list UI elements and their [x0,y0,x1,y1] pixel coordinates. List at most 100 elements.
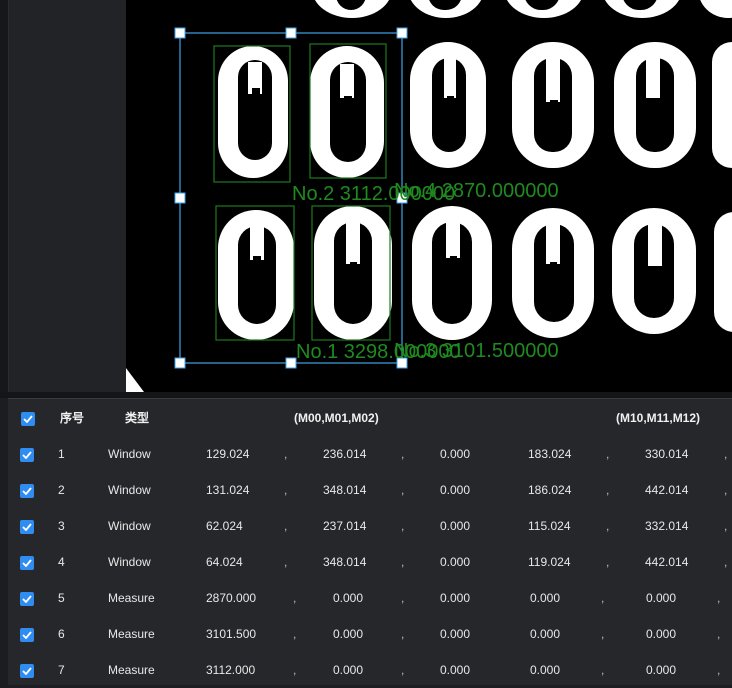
row-checkbox[interactable] [20,448,34,462]
cell-index: 4 [58,555,65,569]
cell-separator: , [717,627,721,641]
cell-type: Window [108,483,151,497]
cell-m02: 0.000 [440,447,471,461]
cell-index: 6 [58,627,65,641]
table-row[interactable]: 7 Measure 3112.000, 0.000, 0.000 0.000, 0.000, [8,652,732,688]
cell-separator: , [601,663,605,677]
table-row[interactable]: 3 Window 62.024, 237.014, 0.000 115.024, 332.0… [8,508,732,544]
header-m1[interactable]: (M10,M11,M12) [616,399,700,437]
cell-separator: , [401,447,405,461]
left-gutter [0,0,9,392]
cell-separator: , [401,483,405,497]
cell-separator: , [293,663,297,677]
cell-m02: 0.000 [440,591,471,605]
check-icon [22,595,32,603]
cell-m10: 115.024 [528,519,571,533]
header-m0[interactable]: (M00,M01,M02) [294,399,379,437]
cell-m10: 0.000 [530,663,561,677]
row-checkbox[interactable] [20,556,34,570]
row-checkbox[interactable] [20,628,34,642]
cell-separator: , [284,555,288,569]
row-checkbox[interactable] [20,520,34,534]
cell-m02: 0.000 [440,483,471,497]
check-icon [22,631,32,639]
check-icon [22,523,32,531]
cell-m02: 0.000 [440,519,471,533]
cell-type: Window [108,447,151,461]
overlay-label-no4: No.4 2870.000000 [394,180,559,202]
check-icon [22,487,32,495]
cell-type: Measure [108,591,155,605]
select-all-checkbox[interactable] [21,412,35,426]
cell-m01: 0.000 [333,627,364,641]
cell-type: Measure [108,627,155,641]
cell-m00: 62.024 [206,519,243,533]
result-table: 序号 类型 (M00,M01,M02) (M10,M11,M12) 1 Windo… [8,398,732,685]
cell-separator: , [606,483,610,497]
cell-separator: , [401,555,405,569]
cell-separator: , [601,627,605,641]
cell-index: 3 [58,519,65,533]
cell-separator: , [606,447,610,461]
cell-m10: 119.024 [528,555,571,569]
cell-index: 2 [58,483,65,497]
cell-m10: 186.024 [528,483,572,497]
cell-m11: 442.014 [645,555,689,569]
cell-type: Window [108,519,151,533]
viewer-canvas: No.2 3112.000000 No.4 2870.000000 No.1 3… [126,0,732,392]
cell-separator: , [293,627,297,641]
cell-m11: 0.000 [646,627,677,641]
cell-type: Window [108,555,151,569]
cell-m10: 0.000 [530,591,561,605]
cell-separator: , [401,627,405,641]
cell-separator: , [606,555,610,569]
cell-index: 1 [58,447,65,461]
table-row[interactable]: 2 Window 131.024, 348.014, 0.000 186.024, 442.… [8,472,732,508]
table-row[interactable]: 4 Window 64.024, 348.014, 0.000 119.024, 442.0… [8,544,732,580]
cell-separator: , [401,663,405,677]
cell-separator: , [284,483,288,497]
cell-m11: 0.000 [646,663,677,677]
cell-m00: 129.024 [206,447,250,461]
table-row[interactable]: 5 Measure 2870.000, 0.000, 0.000 0.000, 0.000, [8,580,732,616]
table-row[interactable]: 1 Window 129.024, 236.014, 0.000 183.024, 330.… [8,436,732,472]
cell-separator: , [601,591,605,605]
cell-m11: 0.000 [646,591,677,605]
cell-type: Measure [108,663,155,677]
cell-separator: , [724,483,728,497]
cell-separator: , [717,591,721,605]
side-panel [9,0,126,392]
cell-m01: 348.014 [323,483,367,497]
table-row[interactable]: 6 Measure 3101.500, 0.000, 0.000 0.000, 0.000, [8,616,732,652]
cell-m02: 0.000 [440,555,471,569]
row-checkbox[interactable] [20,664,34,678]
cell-m10: 0.000 [530,627,561,641]
cell-separator: , [401,519,405,533]
header-type[interactable]: 类型 [125,399,149,437]
cell-separator: , [724,555,728,569]
cell-index: 7 [58,663,65,677]
cell-m02: 0.000 [440,627,471,641]
cell-separator: , [284,519,288,533]
check-icon [23,415,33,423]
cell-m02: 0.000 [440,663,471,677]
overlay-label-no3: No.3 3101.500000 [394,340,559,362]
cell-m00: 64.024 [206,555,243,569]
cell-m01: 0.000 [333,591,364,605]
cell-m11: 332.014 [645,519,689,533]
cell-separator: , [606,519,610,533]
header-index[interactable]: 序号 [60,399,84,437]
cell-m11: 330.014 [645,447,689,461]
row-checkbox[interactable] [20,484,34,498]
cell-m01: 236.014 [323,447,367,461]
cell-m11: 442.014 [645,483,689,497]
cell-separator: , [717,663,721,677]
cell-m01: 0.000 [333,663,364,677]
cell-m01: 237.014 [323,519,367,533]
cell-m00: 2870.000 [206,591,257,605]
image-viewer[interactable]: No.2 3112.000000 No.4 2870.000000 No.1 3… [126,0,732,392]
cell-separator: , [724,447,728,461]
cell-m10: 183.024 [528,447,572,461]
row-checkbox[interactable] [20,592,34,606]
check-icon [22,559,32,567]
